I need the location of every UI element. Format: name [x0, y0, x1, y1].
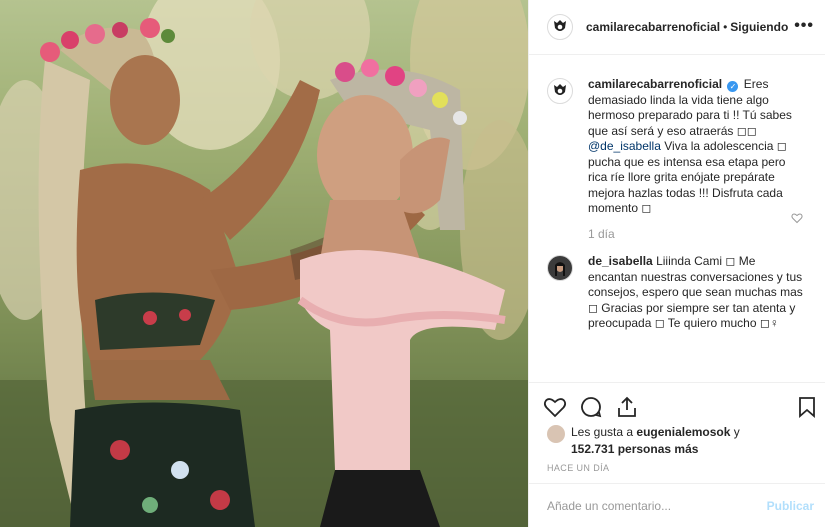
post-modal: camilarecabarrenoficial • Siguiendo ••• ca…: [0, 0, 825, 527]
caption-body: camilarecabarrenoficial ✓ Eres demasiado…: [588, 77, 808, 242]
caption-timestamp[interactable]: 1 día: [588, 227, 808, 243]
post-photo[interactable]: [0, 0, 528, 527]
like-comment-heart-icon[interactable]: [791, 212, 803, 224]
photo-illustration: [0, 0, 528, 527]
brand-logo-icon: [554, 84, 566, 95]
caption-avatar[interactable]: [547, 78, 573, 104]
likes-user-link[interactable]: eugenialemosok: [636, 425, 730, 439]
header-text: camilarecabarrenoficial • Siguiendo: [586, 20, 788, 34]
reply-avatar[interactable]: [547, 255, 573, 281]
account-avatar[interactable]: [547, 14, 573, 40]
comment-bubble-icon[interactable]: [579, 395, 603, 419]
following-button[interactable]: Siguiendo: [730, 20, 788, 34]
liker-avatar[interactable]: [547, 425, 565, 443]
brand-logo-icon: [554, 20, 566, 31]
user-photo-icon: [552, 260, 568, 276]
caption-mention-link[interactable]: @de_isabella: [588, 139, 661, 153]
likes-text: Les gusta a eugenialemosok y 152.731 per…: [571, 424, 740, 458]
likes-summary: Les gusta a eugenialemosok y 152.731 per…: [547, 424, 807, 458]
save-bookmark-icon[interactable]: [795, 395, 819, 419]
caption-username[interactable]: camilarecabarrenoficial: [588, 77, 722, 91]
likes-prefix: Les gusta a: [571, 425, 634, 439]
post-side-panel: camilarecabarrenoficial • Siguiendo ••• ca…: [528, 0, 825, 527]
comments-list[interactable]: camilarecabarrenoficial ✓ Eres demasiado…: [529, 55, 825, 382]
share-icon[interactable]: [615, 395, 639, 419]
likes-count-link[interactable]: 152.731 personas más: [571, 442, 698, 456]
post-header: camilarecabarrenoficial • Siguiendo •••: [529, 0, 825, 55]
add-comment-bar: Publicar: [529, 483, 825, 527]
reply-username[interactable]: de_isabella: [588, 254, 653, 268]
more-options-icon[interactable]: •••: [794, 17, 814, 35]
verified-badge-icon: ✓: [727, 81, 739, 92]
publish-button[interactable]: Publicar: [767, 499, 814, 513]
likes-conjunction: y: [733, 425, 740, 439]
caption-comment: camilarecabarrenoficial ✓ Eres demasiado…: [547, 77, 808, 242]
reply-body: de_isabella Liiinda Cami ◻ Me encantan n…: [588, 254, 808, 332]
reply-comment: de_isabella Liiinda Cami ◻ Me encantan n…: [547, 254, 808, 332]
post-date[interactable]: HACE UN DÍA: [547, 463, 609, 473]
comment-input[interactable]: [547, 498, 767, 513]
like-heart-icon[interactable]: [543, 395, 567, 419]
header-separator: •: [723, 20, 728, 34]
header-username[interactable]: camilarecabarrenoficial: [586, 20, 720, 34]
